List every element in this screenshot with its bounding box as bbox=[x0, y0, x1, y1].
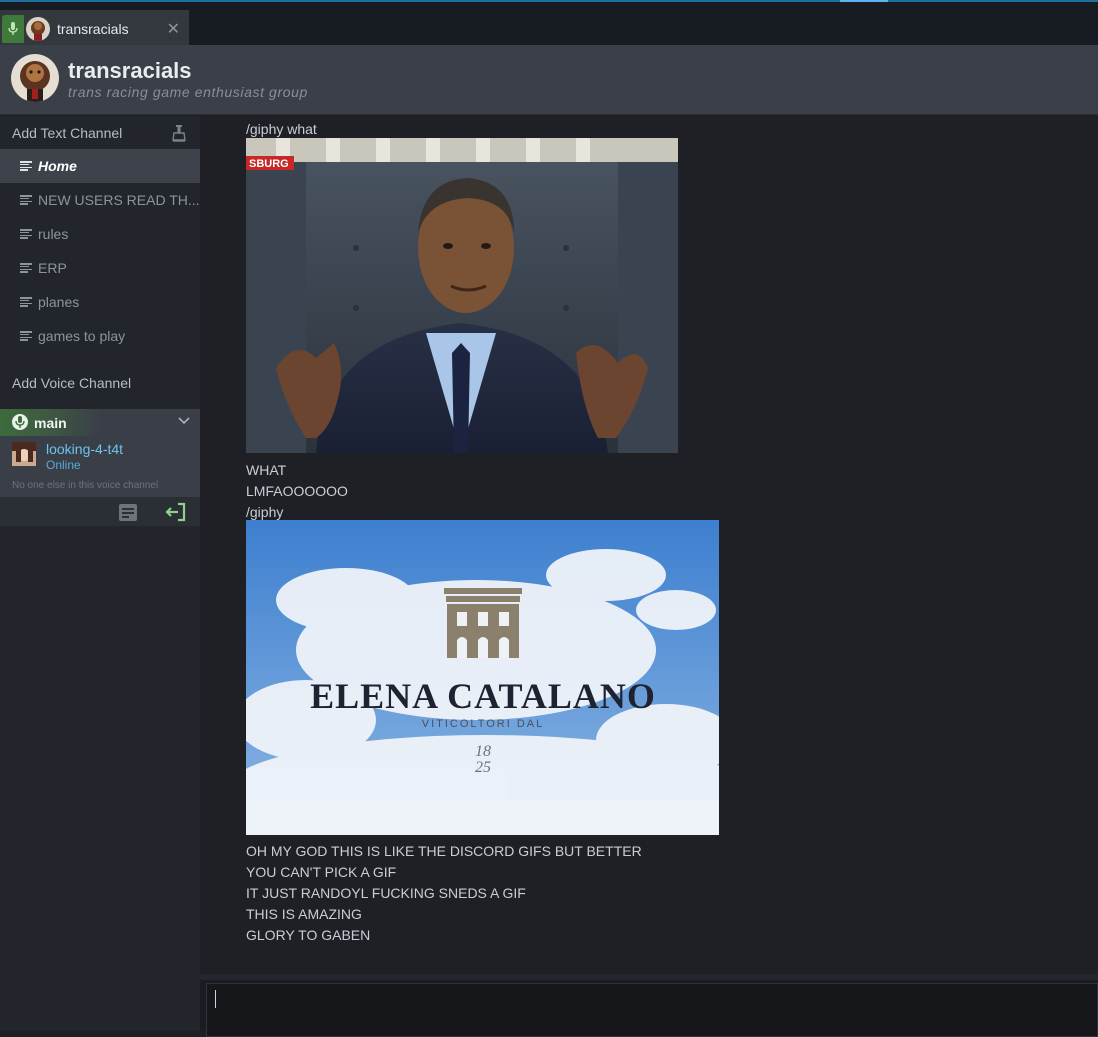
channel-erp[interactable]: ERP bbox=[0, 251, 200, 285]
chat-message: GLORY TO GABEN bbox=[246, 927, 371, 943]
text-channel-icon bbox=[20, 263, 32, 273]
channel-label: ERP bbox=[38, 260, 67, 276]
channel-label: NEW USERS READ TH... bbox=[38, 192, 200, 208]
voice-empty-note: No one else in this voice channel bbox=[12, 480, 159, 491]
channel-sidebar: Add Text Channel Home NEW USERS READ TH.… bbox=[0, 116, 200, 1031]
text-caret bbox=[215, 990, 216, 1008]
voice-user-status: Online bbox=[46, 458, 81, 472]
voice-channel-header[interactable]: main bbox=[0, 409, 200, 436]
chat-message: OH MY GOD THIS IS LIKE THE DISCORD GIFS … bbox=[246, 843, 642, 859]
message-input-bar bbox=[200, 974, 1098, 1037]
group-avatar[interactable] bbox=[11, 54, 59, 102]
voice-actions-bar bbox=[0, 497, 200, 526]
text-channel-icon bbox=[20, 331, 32, 341]
chat-tab[interactable]: transracials ✕ bbox=[0, 10, 189, 47]
chat-message: /giphy what bbox=[246, 121, 317, 137]
gif-badge: SBURG bbox=[249, 158, 289, 170]
tab-strip-accent bbox=[840, 0, 888, 2]
chat-message: IT JUST RANDOYL FUCKING SNEDS A GIF bbox=[246, 885, 526, 901]
text-channel-icon bbox=[20, 297, 32, 307]
close-icon[interactable]: ✕ bbox=[167, 19, 180, 39]
mic-icon bbox=[2, 14, 24, 43]
channel-rules[interactable]: rules bbox=[0, 217, 200, 251]
channel-label: Home bbox=[38, 158, 77, 174]
leave-voice-icon[interactable] bbox=[164, 501, 188, 523]
add-voice-channel-button[interactable]: Add Voice Channel bbox=[12, 375, 131, 391]
channel-new-users[interactable]: NEW USERS READ TH... bbox=[0, 183, 200, 217]
text-channel-icon bbox=[20, 195, 32, 205]
window-tab-strip: transracials ✕ bbox=[0, 0, 1098, 47]
gif-brand-text: ELENA CATALANO bbox=[310, 676, 656, 716]
channel-games-to-play[interactable]: games to play bbox=[0, 319, 200, 353]
chat-message: LMFAOOOOOO bbox=[246, 483, 348, 499]
gif-sub-text: VITICOLTORI DAL bbox=[422, 718, 545, 730]
add-text-channel-button[interactable]: Add Text Channel bbox=[12, 125, 122, 141]
message-input[interactable] bbox=[206, 983, 1098, 1037]
channel-label: planes bbox=[38, 294, 80, 310]
channel-home[interactable]: Home bbox=[0, 149, 200, 183]
giphy-gif-image[interactable]: SBURG bbox=[246, 138, 678, 453]
gif-year-bottom: 25 bbox=[475, 759, 491, 776]
gif-year-top: 18 bbox=[475, 743, 491, 760]
chat-message-area: /giphy what SBURG WHAT LMFAOOOOOO /giphy… bbox=[200, 116, 1098, 974]
channel-label: rules bbox=[38, 226, 69, 242]
group-avatar-small bbox=[26, 16, 50, 41]
broom-icon[interactable] bbox=[170, 124, 188, 142]
voice-channel-name: main bbox=[34, 415, 67, 431]
voice-user-name[interactable]: looking-4-t4t bbox=[46, 441, 123, 457]
channel-planes[interactable]: planes bbox=[0, 285, 200, 319]
text-channel-icon bbox=[20, 161, 32, 171]
voice-user-avatar[interactable] bbox=[12, 442, 36, 466]
group-tagline: trans racing game enthusiast group bbox=[68, 84, 308, 100]
voice-mic-icon bbox=[12, 414, 28, 430]
tab-title: transracials bbox=[57, 20, 129, 37]
voice-chat-icon[interactable] bbox=[117, 501, 139, 523]
chevron-down-icon[interactable] bbox=[178, 414, 190, 428]
giphy-gif-image[interactable]: ELENA CATALANO VITICOLTORI DAL 18 25 bbox=[246, 520, 719, 835]
chat-message: WHAT bbox=[246, 462, 287, 478]
text-channel-icon bbox=[20, 229, 32, 239]
group-name: transracials bbox=[68, 58, 192, 83]
group-header: transracials trans racing game enthusias… bbox=[0, 45, 1098, 115]
channel-label: games to play bbox=[38, 328, 126, 344]
voice-channel-panel: main looking-4-t4t Online No one else in… bbox=[0, 409, 200, 526]
chat-message: YOU CAN'T PICK A GIF bbox=[246, 864, 397, 880]
chat-message: THIS IS AMAZING bbox=[246, 906, 362, 922]
chat-message: /giphy bbox=[246, 504, 284, 520]
